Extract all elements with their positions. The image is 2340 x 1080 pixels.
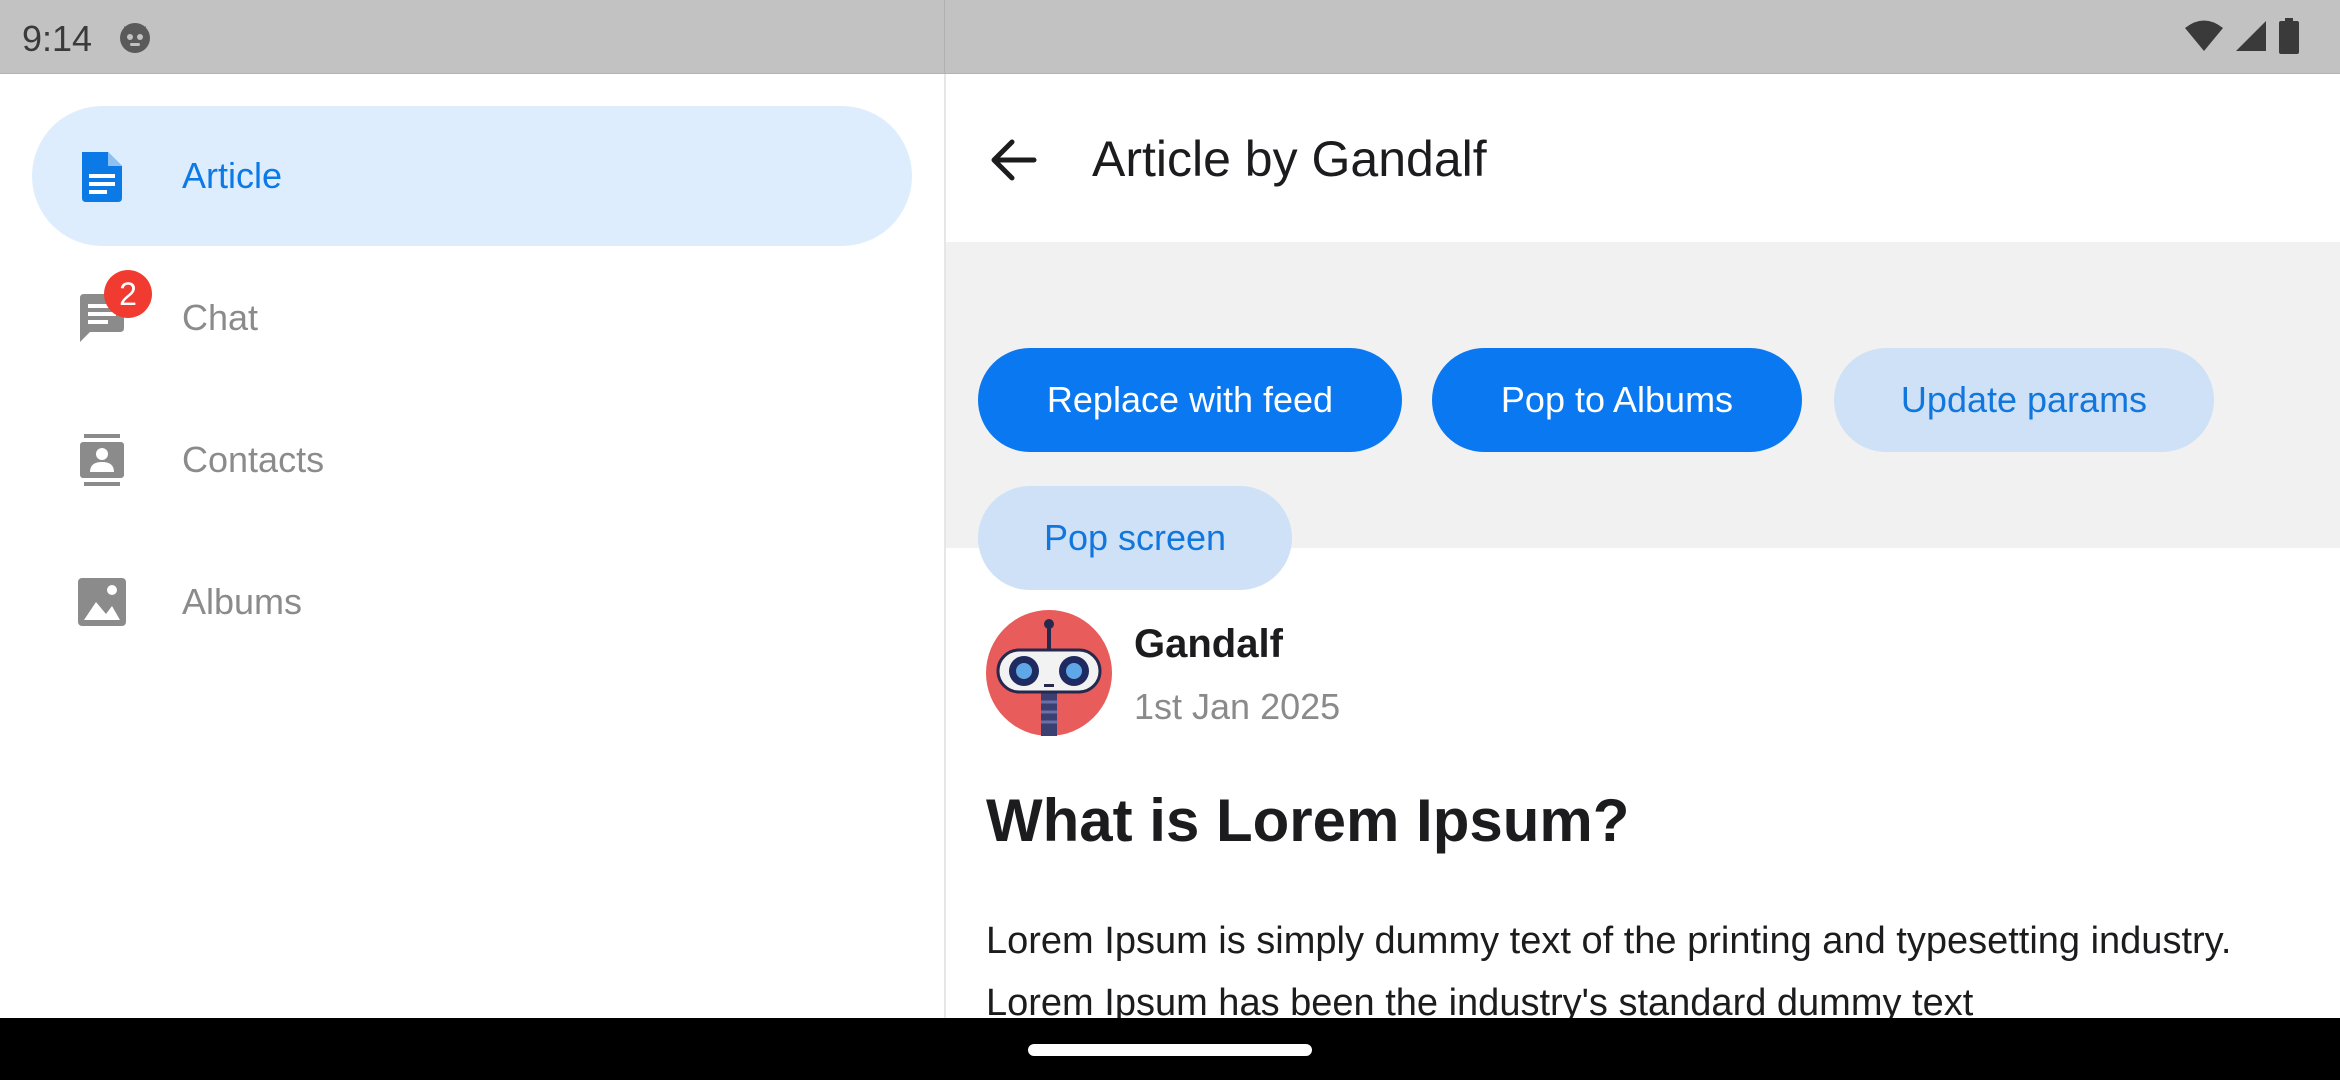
update-params-button[interactable]: Update params [1834, 348, 2214, 452]
sidebar-item-label: Chat [182, 297, 259, 338]
contacts-icon [80, 434, 124, 486]
top-app-bar: Article by Gandalf [946, 74, 2340, 242]
chat-badge: 2 [104, 270, 152, 318]
author-avatar [986, 610, 1112, 736]
back-arrow-icon[interactable] [986, 132, 1042, 188]
pop-screen-button[interactable]: Pop screen [978, 486, 1292, 590]
page-title: Article by Gandalf [1092, 131, 1487, 187]
article-pane: Article by Gandalf Replace with feed Pop… [946, 74, 2340, 1018]
albums-icon [78, 578, 126, 626]
sidebar-item-albums[interactable]: Albums [32, 532, 912, 672]
article-date: 1st Jan 2025 [1134, 686, 1341, 727]
status-time: 9:14 [22, 18, 93, 59]
sidebar-item-label: Contacts [182, 439, 325, 480]
author-name: Gandalf [1134, 622, 1283, 666]
status-icons [2184, 18, 2300, 54]
status-bar: 9:14 [0, 0, 2340, 74]
sidebar-item-contacts[interactable]: Contacts [32, 390, 912, 530]
system-navigation-bar [0, 1018, 2340, 1080]
sidebar-item-chat[interactable]: 2 Chat [32, 248, 912, 388]
signal-icon [2236, 21, 2266, 51]
wifi-icon [2185, 20, 2223, 51]
article-icon [82, 152, 122, 202]
article-body: Lorem Ipsum is simply dummy text of the … [986, 920, 2232, 1018]
sidebar-item-label: Albums [182, 581, 303, 622]
action-buttons-panel: Replace with feed Pop to Albums Update p… [946, 242, 2340, 590]
sidebar-item-label: Article [182, 155, 283, 196]
home-handle[interactable] [1028, 1044, 1312, 1056]
cat-icon [120, 23, 150, 53]
battery-icon [2279, 18, 2299, 54]
replace-with-feed-button[interactable]: Replace with feed [978, 348, 1402, 452]
navigation-rail: Article 2 Chat Contacts Albums [0, 74, 944, 1018]
pop-to-albums-button[interactable]: Pop to Albums [1432, 348, 1802, 452]
sidebar-item-article[interactable]: Article [32, 106, 912, 246]
status-divider [944, 0, 945, 74]
article-title: What is Lorem Ipsum? [986, 787, 1630, 854]
